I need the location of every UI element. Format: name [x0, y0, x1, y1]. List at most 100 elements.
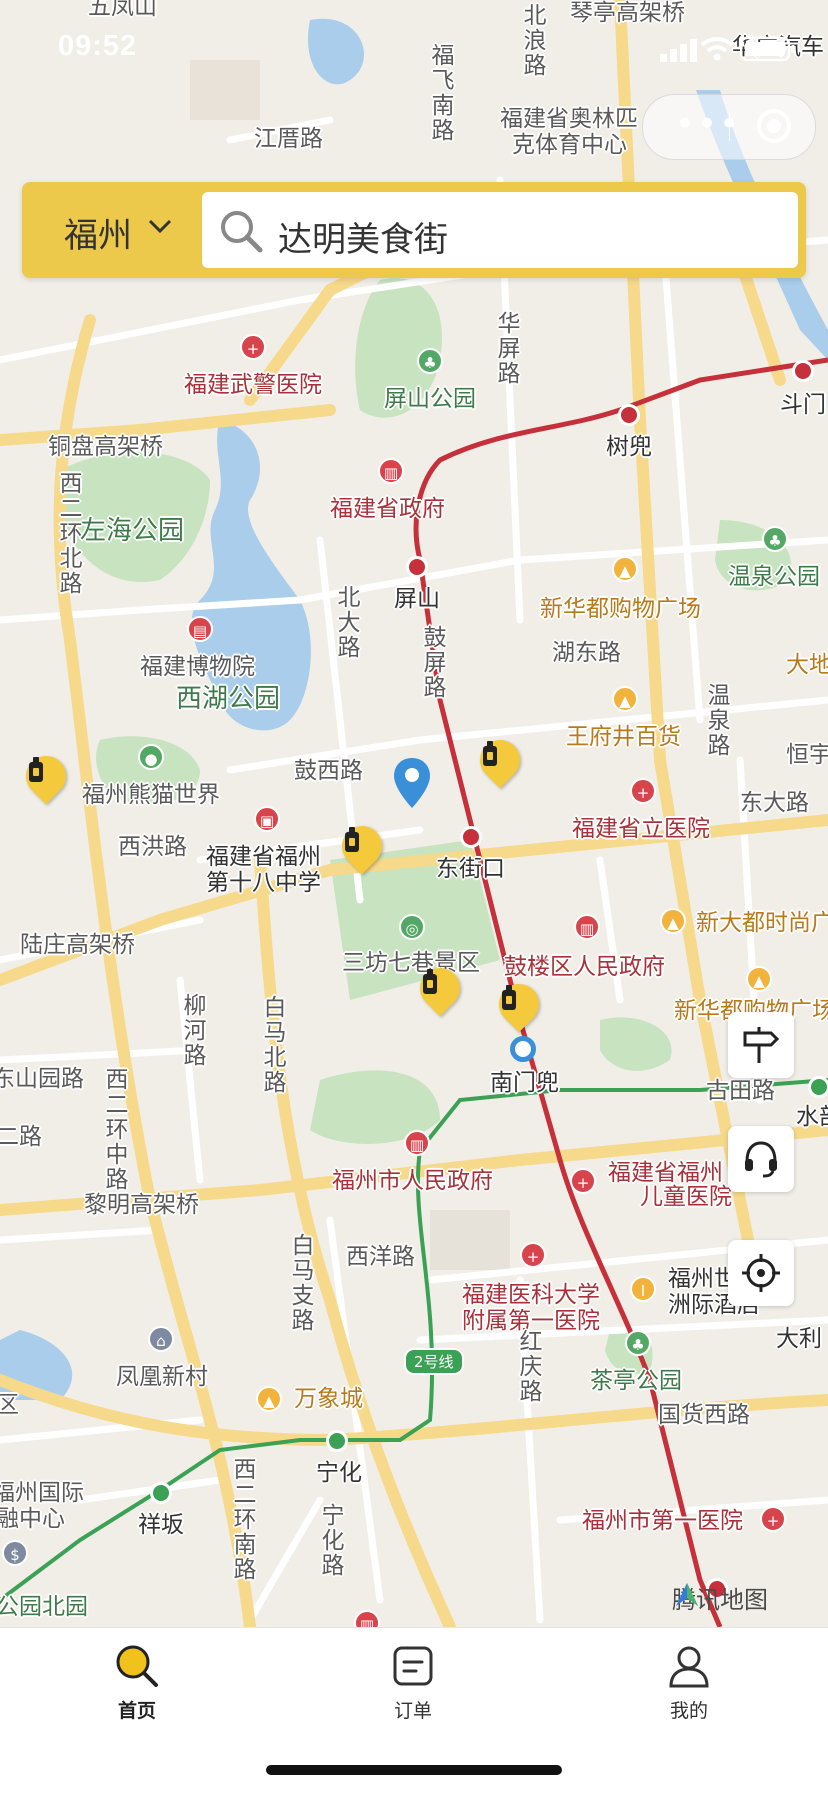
shopping-poi-icon[interactable]: ▲: [256, 1386, 282, 1412]
locate-button[interactable]: [728, 1240, 794, 1306]
customer-service-button[interactable]: [728, 1126, 794, 1192]
map-label[interactable]: 东街口: [436, 856, 505, 882]
scenic-poi-icon[interactable]: ◎: [399, 914, 425, 940]
museum-poi-icon[interactable]: ▤: [187, 616, 213, 642]
map-label[interactable]: 福州市第一医院: [582, 1508, 743, 1534]
map-label[interactable]: 王府井百货: [566, 724, 681, 750]
government-poi-icon[interactable]: ▥: [378, 458, 404, 484]
map-label[interactable]: 恒宇: [786, 742, 828, 768]
search-input[interactable]: 达明美食街: [202, 192, 798, 268]
map-label[interactable]: 福建省福州: [206, 844, 321, 870]
map-label[interactable]: 屏山: [394, 586, 440, 612]
panda-poi-icon[interactable]: ●: [138, 744, 164, 770]
metro-station-doumen[interactable]: [792, 360, 814, 382]
map-label[interactable]: 陆庄高架桥: [20, 932, 135, 958]
metro-station-shuibu[interactable]: [808, 1076, 828, 1098]
hospital-poi-icon[interactable]: +: [520, 1242, 546, 1268]
store-marker[interactable]: [17, 747, 75, 812]
store-marker[interactable]: [333, 817, 391, 882]
map-label[interactable]: 第十八中学: [206, 870, 321, 896]
tab-profile[interactable]: 我的: [629, 1642, 749, 1723]
map-label[interactable]: 东大路: [740, 790, 809, 816]
metro-station-shudou[interactable]: [618, 404, 640, 426]
metro-station-ninghua[interactable]: [326, 1430, 348, 1452]
map-label[interactable]: 西洪路: [118, 834, 187, 860]
hospital-poi-icon[interactable]: +: [240, 334, 266, 360]
map-label[interactable]: 福建省福州: [608, 1160, 723, 1186]
residential-poi-icon[interactable]: ⌂: [148, 1326, 174, 1352]
map-label[interactable]: 古田路: [706, 1078, 775, 1104]
map-label[interactable]: 福州世: [668, 1266, 737, 1292]
park-poi-icon[interactable]: ♣: [625, 1330, 651, 1356]
map-label[interactable]: 大利: [776, 1326, 822, 1352]
map-label[interactable]: 公园北园: [0, 1594, 88, 1620]
route-sign-button[interactable]: [728, 1012, 794, 1078]
map-label[interactable]: 新大都时尚广: [696, 910, 828, 936]
bank-poi-icon[interactable]: $: [2, 1540, 28, 1566]
map-label[interactable]: 融中心: [0, 1506, 65, 1532]
map-label[interactable]: 树兜: [606, 434, 652, 460]
map-label[interactable]: 福州国际: [0, 1480, 84, 1506]
map-label[interactable]: 福建医科大学: [462, 1282, 600, 1308]
map-label[interactable]: 大地: [786, 652, 828, 678]
map-label[interactable]: 南门兜: [490, 1070, 559, 1096]
school-poi-icon[interactable]: ▣: [254, 806, 280, 832]
map-label[interactable]: 祥坂: [138, 1512, 184, 1538]
map-label[interactable]: 福建省政府: [330, 496, 445, 522]
map-label[interactable]: 湖东路: [552, 640, 621, 666]
map-label[interactable]: 水部: [796, 1104, 828, 1130]
hospital-poi-icon[interactable]: +: [630, 778, 656, 804]
hotel-poi-icon[interactable]: I: [630, 1276, 656, 1302]
tab-home[interactable]: 首页: [77, 1642, 197, 1723]
map-label[interactable]: 屏山公园: [384, 386, 476, 412]
map-label[interactable]: 茶亭公园: [590, 1368, 682, 1394]
current-location-pin-icon[interactable]: [392, 756, 432, 812]
map-label[interactable]: 福建省立医院: [572, 816, 710, 842]
map-label[interactable]: 福建武警医院: [184, 372, 322, 398]
shopping-poi-icon[interactable]: ▲: [612, 686, 638, 712]
metro-station-pingshan[interactable]: [406, 556, 428, 578]
map-label[interactable]: 铜盘高架桥: [48, 434, 163, 460]
map-label[interactable]: 区: [0, 1392, 19, 1418]
map-label[interactable]: 新华都购物广场: [540, 596, 701, 622]
government-poi-icon[interactable]: ▥: [404, 1130, 430, 1156]
hospital-poi-icon[interactable]: +: [760, 1506, 786, 1532]
government-poi-icon[interactable]: ▥: [574, 914, 600, 940]
map-label[interactable]: 福州市人民政府: [332, 1168, 493, 1194]
shopping-poi-icon[interactable]: ▲: [612, 556, 638, 582]
city-selector[interactable]: 福州: [64, 208, 132, 257]
map-label[interactable]: 克体育中心: [512, 132, 627, 158]
map-label[interactable]: 江厝路: [254, 126, 323, 152]
store-marker[interactable]: [411, 959, 469, 1024]
map-label[interactable]: 福建省奥林匹: [500, 106, 638, 132]
more-menu-icon[interactable]: •••: [675, 107, 741, 141]
map-label[interactable]: 斗门: [780, 392, 826, 418]
map-label[interactable]: 鼓楼区人民政府: [504, 954, 665, 980]
miniprogram-capsule[interactable]: •••: [642, 94, 816, 160]
map-label[interactable]: 鼓西路: [294, 758, 363, 784]
map-label[interactable]: 国货西路: [658, 1402, 750, 1428]
map-label[interactable]: 福建博物院: [140, 654, 255, 680]
hospital-poi-icon[interactable]: +: [570, 1168, 596, 1194]
map-label[interactable]: 黎明高架桥: [84, 1192, 199, 1218]
map-label[interactable]: 温泉公园: [728, 564, 820, 590]
store-marker[interactable]: [490, 975, 548, 1040]
metro-station-dongjiekou[interactable]: [460, 826, 482, 848]
map-label[interactable]: 西洋路: [346, 1244, 415, 1270]
shopping-poi-icon[interactable]: ▲: [660, 908, 686, 934]
chevron-down-icon[interactable]: [146, 212, 174, 240]
map-label[interactable]: 凤凰新村: [116, 1364, 208, 1390]
close-miniprogram-icon[interactable]: [757, 109, 791, 143]
map-label[interactable]: 左海公园: [80, 518, 184, 544]
map-label[interactable]: 儿童医院: [640, 1184, 732, 1210]
tab-orders[interactable]: 订单: [353, 1642, 473, 1723]
park-poi-icon[interactable]: ♣: [762, 526, 788, 552]
store-marker[interactable]: [471, 731, 529, 796]
shopping-poi-icon[interactable]: ▲: [746, 966, 772, 992]
map-label[interactable]: 福州熊猫世界: [82, 782, 220, 808]
map-label[interactable]: 宁化: [316, 1460, 362, 1486]
park-poi-icon[interactable]: ♣: [417, 348, 443, 374]
map-label[interactable]: 万象城: [294, 1386, 363, 1412]
map-label[interactable]: 西湖公园: [176, 686, 280, 712]
map-label[interactable]: 东山园路: [0, 1066, 84, 1092]
